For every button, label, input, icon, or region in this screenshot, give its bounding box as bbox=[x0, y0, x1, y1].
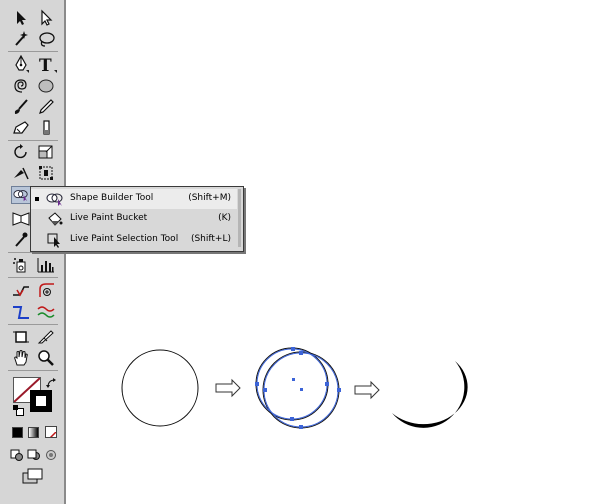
arrow-right-icon bbox=[215, 378, 241, 398]
single-circle[interactable] bbox=[121, 349, 199, 427]
two-overlapping-circles-selected[interactable] bbox=[255, 347, 341, 429]
artboard-canvas bbox=[121, 347, 468, 429]
crescent-result[interactable] bbox=[392, 361, 468, 428]
arrow-right-icon bbox=[354, 380, 380, 400]
